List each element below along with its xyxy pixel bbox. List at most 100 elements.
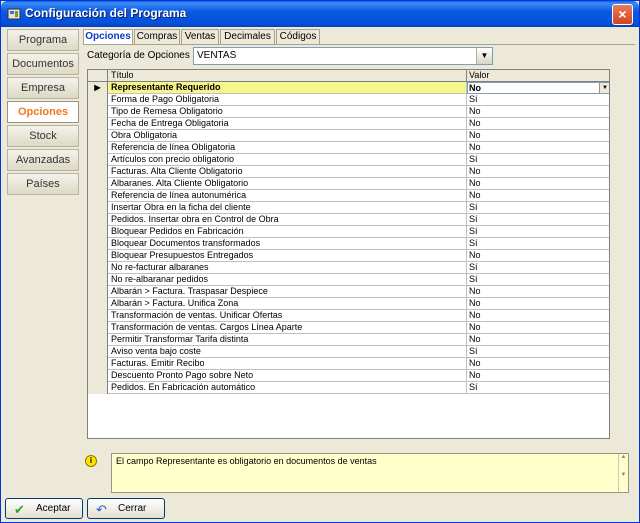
option-value[interactable]: Sí bbox=[469, 154, 478, 165]
option-value[interactable]: No bbox=[469, 322, 481, 333]
window-title: Configuración del Programa bbox=[25, 6, 187, 20]
chevron-down-icon[interactable]: ▼ bbox=[599, 83, 609, 93]
table-row[interactable]: Referencia de línea Obligatoria No bbox=[88, 142, 609, 154]
sidebar-item-avanzadas[interactable]: Avanzadas bbox=[7, 149, 79, 171]
option-title: No re-facturar albaranes bbox=[111, 262, 209, 272]
option-title: Albarán > Factura. Traspasar Despiece bbox=[111, 286, 268, 296]
chevron-down-icon[interactable]: ▼ bbox=[476, 48, 492, 64]
option-value[interactable]: Sí bbox=[469, 274, 478, 285]
row-indicator bbox=[88, 310, 108, 322]
sidebar-item-documentos[interactable]: Documentos bbox=[7, 53, 79, 75]
table-row[interactable]: Descuento Pronto Pago sobre Neto No bbox=[88, 370, 609, 382]
tab-compras[interactable]: Compras bbox=[134, 29, 180, 44]
option-value[interactable]: Sí bbox=[469, 214, 478, 225]
sidebar-item-stock[interactable]: Stock bbox=[7, 125, 79, 147]
option-value[interactable]: No bbox=[469, 370, 481, 381]
row-indicator bbox=[88, 190, 108, 202]
option-value[interactable]: Sí bbox=[469, 238, 478, 249]
row-pointer-icon: ▶ bbox=[88, 82, 108, 94]
table-row[interactable]: Obra Obligatoria No bbox=[88, 130, 609, 142]
table-row[interactable]: Albarán > Factura. Unifica Zona No bbox=[88, 298, 609, 310]
cell-divider bbox=[466, 322, 467, 334]
option-value[interactable]: No bbox=[469, 310, 481, 321]
sidebar-item-opciones[interactable]: Opciones bbox=[7, 101, 79, 123]
cell-divider bbox=[466, 214, 467, 226]
tab-decimales[interactable]: Decimales bbox=[220, 29, 275, 44]
description-box: El campo Representante es obligatorio en… bbox=[111, 453, 629, 493]
table-row[interactable]: Referencia de línea autonumérica No bbox=[88, 190, 609, 202]
table-row[interactable]: Facturas. Alta Cliente Obligatorio No bbox=[88, 166, 609, 178]
sidebar-item-paises[interactable]: Países bbox=[7, 173, 79, 195]
row-indicator bbox=[88, 286, 108, 298]
option-value[interactable]: Sí bbox=[469, 382, 478, 393]
option-value[interactable]: Sí bbox=[469, 346, 478, 357]
option-value[interactable]: No bbox=[469, 286, 481, 297]
tab-codigos[interactable]: Códigos bbox=[276, 29, 320, 44]
table-row[interactable]: Permitir Transformar Tarifa distinta No bbox=[88, 334, 609, 346]
option-value[interactable]: No bbox=[469, 334, 481, 345]
cell-divider bbox=[466, 94, 467, 106]
option-value[interactable]: No bbox=[469, 166, 481, 177]
table-row[interactable]: Albarán > Factura. Traspasar Despiece No bbox=[88, 286, 609, 298]
option-value[interactable]: Sí bbox=[469, 202, 478, 213]
column-header-value[interactable]: Valor bbox=[469, 70, 489, 81]
table-row[interactable]: Tipo de Remesa Obligatorio No bbox=[88, 106, 609, 118]
option-value[interactable]: Sí bbox=[469, 226, 478, 237]
table-row[interactable]: Forma de Pago Obligatoria Sí bbox=[88, 94, 609, 106]
title-bar[interactable]: Configuración del Programa × bbox=[1, 1, 639, 27]
table-row[interactable]: Albaranes. Alta Cliente Obligatorio No bbox=[88, 178, 609, 190]
table-row[interactable]: Transformación de ventas. Cargos Línea A… bbox=[88, 322, 609, 334]
option-value[interactable]: No bbox=[469, 298, 481, 309]
option-value[interactable]: Sí bbox=[469, 262, 478, 273]
column-divider[interactable] bbox=[466, 70, 467, 82]
row-indicator bbox=[88, 262, 108, 274]
option-value[interactable]: No bbox=[469, 118, 481, 129]
option-value[interactable]: No bbox=[469, 142, 481, 153]
category-value: VENTAS bbox=[197, 50, 237, 61]
option-value[interactable]: No bbox=[469, 106, 481, 117]
sidebar-item-empresa[interactable]: Empresa bbox=[7, 77, 79, 99]
table-row[interactable]: No re-facturar albaranes Sí bbox=[88, 262, 609, 274]
description-scrollbar[interactable]: ▲ ▼ bbox=[618, 454, 628, 492]
option-title: Transformación de ventas. Cargos Línea A… bbox=[111, 322, 303, 332]
row-indicator bbox=[88, 298, 108, 310]
accept-button[interactable]: ✔ Aceptar bbox=[5, 498, 83, 519]
table-row[interactable]: Facturas. Emitir Recibo No bbox=[88, 358, 609, 370]
option-value[interactable]: No bbox=[469, 190, 481, 201]
table-row[interactable]: Pedidos. En Fabricación automático Sí bbox=[88, 382, 609, 394]
table-row[interactable]: Bloquear Pedidos en Fabricación Sí bbox=[88, 226, 609, 238]
option-title: Transformación de ventas. Unificar Ofert… bbox=[111, 310, 283, 320]
option-title: Artículos con precio obligatorio bbox=[111, 154, 235, 164]
option-title: Bloquear Documentos transformados bbox=[111, 238, 261, 248]
close-window-button[interactable]: ↶ Cerrar bbox=[87, 498, 165, 519]
close-button[interactable]: × bbox=[612, 4, 633, 25]
table-row[interactable]: No re-albaranar pedidos Sí bbox=[88, 274, 609, 286]
table-row[interactable]: Insertar Obra en la ficha del cliente Sí bbox=[88, 202, 609, 214]
option-value[interactable]: No bbox=[469, 130, 481, 141]
option-value[interactable]: No bbox=[469, 250, 481, 261]
option-value-select[interactable]: No ▼ bbox=[467, 82, 609, 94]
sidebar-item-programa[interactable]: Programa bbox=[7, 29, 79, 51]
option-value[interactable]: Sí bbox=[469, 94, 478, 105]
option-title: Insertar Obra en la ficha del cliente bbox=[111, 202, 251, 212]
table-row[interactable]: Fecha de Entrega Obligatoria No bbox=[88, 118, 609, 130]
content-area: Opciones Compras Ventas Decimales Código… bbox=[83, 27, 635, 494]
cell-divider bbox=[466, 226, 467, 238]
column-header-title[interactable]: Título bbox=[111, 70, 134, 81]
cell-divider bbox=[466, 370, 467, 382]
cell-divider bbox=[466, 334, 467, 346]
table-row[interactable]: Artículos con precio obligatorio Sí bbox=[88, 154, 609, 166]
category-select[interactable]: VENTAS ▼ bbox=[193, 47, 493, 65]
table-row[interactable]: Pedidos. Insertar obra en Control de Obr… bbox=[88, 214, 609, 226]
option-title: Referencia de línea autonumérica bbox=[111, 190, 247, 200]
tab-opciones[interactable]: Opciones bbox=[83, 29, 133, 45]
table-row[interactable]: ▶ Representante Requerido No ▼ bbox=[88, 82, 609, 94]
tab-ventas[interactable]: Ventas bbox=[181, 29, 219, 44]
option-value[interactable]: No bbox=[469, 358, 481, 369]
table-row[interactable]: Bloquear Presupuestos Entregados No bbox=[88, 250, 609, 262]
table-row[interactable]: Transformación de ventas. Unificar Ofert… bbox=[88, 310, 609, 322]
table-row[interactable]: Aviso venta bajo coste Sí bbox=[88, 346, 609, 358]
option-value[interactable]: No bbox=[469, 178, 481, 189]
table-row[interactable]: Bloquear Documentos transformados Sí bbox=[88, 238, 609, 250]
option-title: Bloquear Pedidos en Fabricación bbox=[111, 226, 244, 236]
